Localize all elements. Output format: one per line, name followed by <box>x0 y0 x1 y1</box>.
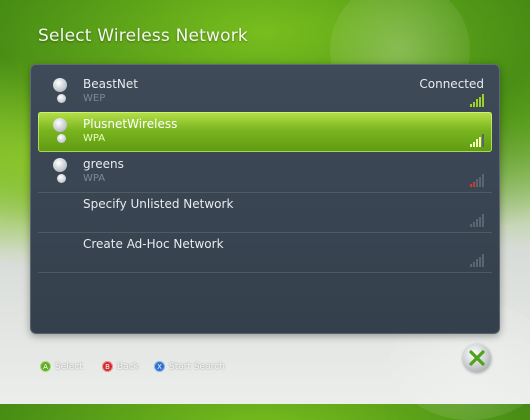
signal-bar <box>470 184 472 187</box>
network-name: Specify Unlisted Network <box>83 197 234 211</box>
signal-bar <box>479 216 481 227</box>
signal-strength-icon <box>470 214 484 227</box>
signal-strength-icon <box>470 254 484 267</box>
signal-strength-icon <box>470 94 484 107</box>
start-search-button[interactable]: X Start Search <box>154 361 225 372</box>
create-adhoc-network-item[interactable]: Create Ad-Hoc Network <box>38 232 492 273</box>
back-label: Back <box>117 361 139 372</box>
network-row-beastnet[interactable]: BeastNet WEP Connected <box>38 72 492 113</box>
network-security: WPA <box>83 173 106 184</box>
signal-bar <box>476 99 478 107</box>
signal-bar <box>473 221 475 227</box>
signal-bar <box>476 219 478 227</box>
signal-bar <box>482 254 484 267</box>
network-name: PlusnetWireless <box>83 117 178 131</box>
signal-bar <box>476 259 478 267</box>
signal-bar <box>470 104 472 107</box>
b-button-icon: B <box>102 361 113 372</box>
x-button-icon: X <box>154 361 165 372</box>
xbox-logo-icon <box>463 344 491 372</box>
signal-bar <box>479 256 481 267</box>
network-node-icon <box>52 156 70 188</box>
network-list-panel: BeastNet WEP Connected PlusnetWireless W… <box>30 64 500 334</box>
network-security: WEP <box>83 93 106 104</box>
signal-bar <box>470 224 472 227</box>
signal-strength-icon <box>470 174 484 187</box>
a-button-icon: A <box>40 361 51 372</box>
select-button[interactable]: A Select <box>40 361 83 372</box>
specify-unlisted-network-item[interactable]: Specify Unlisted Network <box>38 192 492 233</box>
signal-bar <box>473 261 475 267</box>
signal-strength-icon <box>470 134 484 147</box>
signal-bar <box>476 179 478 187</box>
signal-bar <box>476 139 478 147</box>
signal-bar <box>473 101 475 107</box>
signal-bar <box>473 141 475 147</box>
network-security: WPA <box>83 133 106 144</box>
signal-bar <box>479 96 481 107</box>
signal-bar <box>482 174 484 187</box>
signal-bar <box>479 136 481 147</box>
signal-bar <box>473 181 475 187</box>
network-name: Create Ad-Hoc Network <box>83 237 224 251</box>
signal-bar <box>479 176 481 187</box>
network-name: BeastNet <box>83 77 138 91</box>
back-button[interactable]: B Back <box>102 361 139 372</box>
signal-bar <box>470 144 472 147</box>
start-search-label: Start Search <box>169 361 225 372</box>
signal-bar <box>470 264 472 267</box>
signal-bar <box>482 94 484 107</box>
network-node-icon <box>52 116 70 148</box>
page-title: Select Wireless Network <box>38 26 248 46</box>
signal-bar <box>482 214 484 227</box>
network-node-icon <box>52 76 70 108</box>
signal-bar <box>482 134 484 147</box>
network-name: greens <box>83 157 124 171</box>
connection-status: Connected <box>419 77 484 91</box>
select-label: Select <box>55 361 83 372</box>
network-row-plusnetwireless[interactable]: PlusnetWireless WPA <box>38 112 492 152</box>
network-row-greens[interactable]: greens WPA <box>38 152 492 193</box>
